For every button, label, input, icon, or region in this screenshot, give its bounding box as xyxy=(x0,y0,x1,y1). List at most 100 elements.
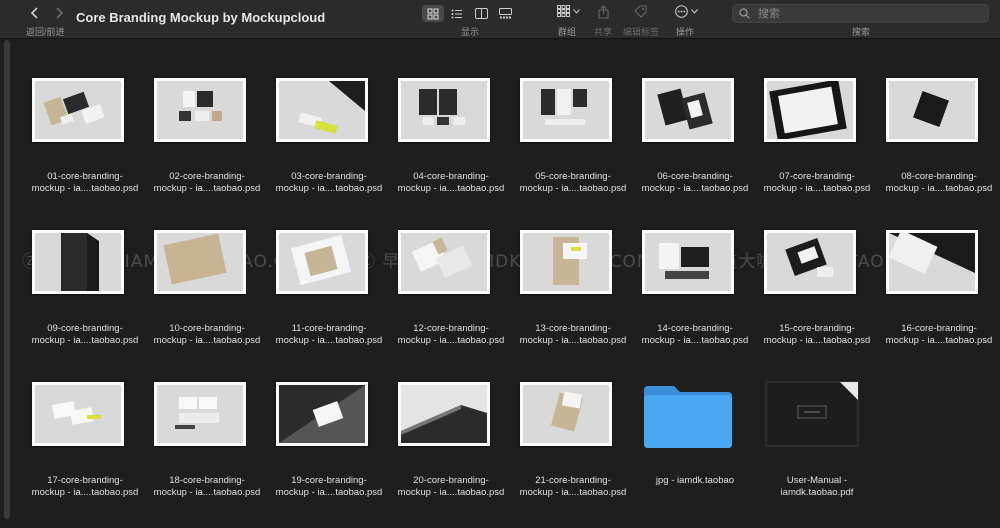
file-item[interactable]: 05-core-branding-mockup - ia....taobao.p… xyxy=(512,72,634,224)
folder-item[interactable]: jpg - iamdk.taobao xyxy=(634,376,756,528)
list-view-button[interactable] xyxy=(446,5,468,22)
pdf-document-icon xyxy=(765,381,859,447)
file-name: 15-core-branding-mockup - ia....taobao.p… xyxy=(750,323,884,347)
file-name-line2: iamdk.taobao.pdf xyxy=(780,487,854,498)
gallery-view-button[interactable] xyxy=(494,5,516,22)
file-name-line2: mockup - ia....taobao.psd xyxy=(763,183,871,194)
columns-icon xyxy=(474,8,488,19)
file-name-line2: mockup - ia....taobao.psd xyxy=(31,487,139,498)
icon-view-button[interactable] xyxy=(422,5,444,22)
chevron-down-icon xyxy=(573,8,580,14)
search-field[interactable] xyxy=(732,4,989,23)
scrollbar-thumb[interactable] xyxy=(4,40,10,519)
file-item[interactable]: 08-core-branding-mockup - ia....taobao.p… xyxy=(878,72,1000,224)
edit-tags-button[interactable] xyxy=(634,5,647,18)
file-thumbnail xyxy=(154,382,246,446)
file-name: 20-core-branding-mockup - ia....taobao.p… xyxy=(384,475,518,499)
file-name: 06-core-branding-mockup - ia....taobao.p… xyxy=(628,171,762,195)
file-thumbnail xyxy=(276,382,368,446)
file-name: 18-core-branding-mockup - ia....taobao.p… xyxy=(140,475,274,499)
file-name: 03-core-branding-mockup - ia....taobao.p… xyxy=(262,171,396,195)
file-item[interactable]: 12-core-branding-mockup - ia....taobao.p… xyxy=(390,224,512,376)
grid-icon xyxy=(427,8,439,19)
file-name-line1: 15-core-branding- xyxy=(779,323,855,334)
file-name-line2: mockup - ia....taobao.psd xyxy=(275,335,383,346)
file-name: 21-core-branding-mockup - ia....taobao.p… xyxy=(506,475,640,499)
file-name: 13-core-branding-mockup - ia....taobao.p… xyxy=(506,323,640,347)
file-thumbnail xyxy=(520,78,612,142)
forward-button[interactable] xyxy=(54,6,64,24)
file-thumbnail xyxy=(398,78,490,142)
file-name-line1: 16-core-branding- xyxy=(901,323,977,334)
toolbar: 返回/前进 Core Branding Mockup by Mockupclou… xyxy=(0,0,1000,39)
file-name-line2: mockup - ia....taobao.psd xyxy=(397,335,505,346)
file-name-line1: 17-core-branding- xyxy=(47,475,123,486)
file-item[interactable]: 14-core-branding-mockup - ia....taobao.p… xyxy=(634,224,756,376)
file-name-line1: 21-core-branding- xyxy=(535,475,611,486)
share-button[interactable] xyxy=(598,5,609,19)
file-item[interactable]: 11-core-branding-mockup - ia....taobao.p… xyxy=(268,224,390,376)
file-name-line1: 20-core-branding- xyxy=(413,475,489,486)
file-item[interactable]: 07-core-branding-mockup - ia....taobao.p… xyxy=(756,72,878,224)
group-label: 群组 xyxy=(558,27,577,37)
file-name-line2: mockup - ia....taobao.psd xyxy=(885,183,993,194)
file-item[interactable]: 20-core-branding-mockup - ia....taobao.p… xyxy=(390,376,512,528)
back-button[interactable] xyxy=(30,6,40,24)
file-name-line1: 10-core-branding- xyxy=(169,323,245,334)
file-item[interactable]: 09-core-branding-mockup - ia....taobao.p… xyxy=(24,224,146,376)
group-grid-icon xyxy=(557,5,570,17)
file-name-line2: mockup - ia....taobao.psd xyxy=(397,487,505,498)
file-item[interactable]: 04-core-branding-mockup - ia....taobao.p… xyxy=(390,72,512,224)
file-item[interactable]: 03-core-branding-mockup - ia....taobao.p… xyxy=(268,72,390,224)
file-name-line1: 06-core-branding- xyxy=(657,171,733,182)
file-name-line1: User-Manual - xyxy=(786,475,848,486)
search-input[interactable] xyxy=(756,6,980,21)
file-name-line2: mockup - ia....taobao.psd xyxy=(519,487,627,498)
file-thumbnail xyxy=(520,230,612,294)
file-item[interactable]: 18-core-branding-mockup - ia....taobao.p… xyxy=(146,376,268,528)
file-thumbnail xyxy=(886,230,978,294)
file-thumbnail xyxy=(398,382,490,446)
file-name-line2: mockup - ia....taobao.psd xyxy=(275,183,383,194)
file-name-line1: 09-core-branding- xyxy=(47,323,123,334)
file-item[interactable]: 16-core-branding-mockup - ia....taobao.p… xyxy=(878,224,1000,376)
file-name-line1: 08-core-branding- xyxy=(901,171,977,182)
file-thumbnail xyxy=(398,230,490,294)
file-item[interactable]: 15-core-branding-mockup - ia....taobao.p… xyxy=(756,224,878,376)
file-item[interactable]: 10-core-branding-mockup - ia....taobao.p… xyxy=(146,224,268,376)
file-item[interactable]: 17-core-branding-mockup - ia....taobao.p… xyxy=(24,376,146,528)
file-thumbnail xyxy=(32,382,124,446)
gallery-icon xyxy=(498,8,512,19)
file-name-line2: mockup - ia....taobao.psd xyxy=(519,183,627,194)
file-item[interactable]: 13-core-branding-mockup - ia....taobao.p… xyxy=(512,224,634,376)
chevron-left-icon xyxy=(30,7,38,19)
file-name-line2: mockup - ia....taobao.psd xyxy=(31,183,139,194)
action-label: 操作 xyxy=(676,27,695,37)
file-name-line1: 19-core-branding- xyxy=(291,475,367,486)
file-item[interactable]: 19-core-branding-mockup - ia....taobao.p… xyxy=(268,376,390,528)
tags-label: 编辑标签 xyxy=(623,27,660,37)
file-item[interactable]: 21-core-branding-mockup - ia....taobao.p… xyxy=(512,376,634,528)
file-name: 02-core-branding-mockup - ia....taobao.p… xyxy=(140,171,274,195)
file-item[interactable]: 01-core-branding-mockup - ia....taobao.p… xyxy=(24,72,146,224)
file-name-line2: mockup - ia....taobao.psd xyxy=(153,335,261,346)
file-thumbnail xyxy=(642,230,734,294)
file-name-line2: mockup - ia....taobao.psd xyxy=(31,335,139,346)
file-thumbnail xyxy=(642,78,734,142)
file-item[interactable]: 06-core-branding-mockup - ia....taobao.p… xyxy=(634,72,756,224)
nav-label: 返回/前进 xyxy=(26,27,65,37)
column-view-button[interactable] xyxy=(470,5,492,22)
file-name-line2: mockup - ia....taobao.psd xyxy=(641,183,749,194)
file-name: 09-core-branding-mockup - ia....taobao.p… xyxy=(18,323,152,347)
file-thumbnail xyxy=(276,78,368,142)
scrollbar[interactable] xyxy=(4,40,10,519)
group-button[interactable] xyxy=(557,5,580,17)
file-name-line1: jpg - iamdk.taobao xyxy=(655,475,735,486)
file-name: 19-core-branding-mockup - ia....taobao.p… xyxy=(262,475,396,499)
file-item[interactable]: User-Manual - iamdk.taobao.pdf xyxy=(756,376,878,528)
file-name: 16-core-branding-mockup - ia....taobao.p… xyxy=(872,323,1000,347)
file-name-line2: mockup - ia....taobao.psd xyxy=(153,487,261,498)
file-name: 17-core-branding-mockup - ia....taobao.p… xyxy=(18,475,152,499)
action-button[interactable] xyxy=(675,5,698,18)
file-item[interactable]: 02-core-branding-mockup - ia....taobao.p… xyxy=(146,72,268,224)
